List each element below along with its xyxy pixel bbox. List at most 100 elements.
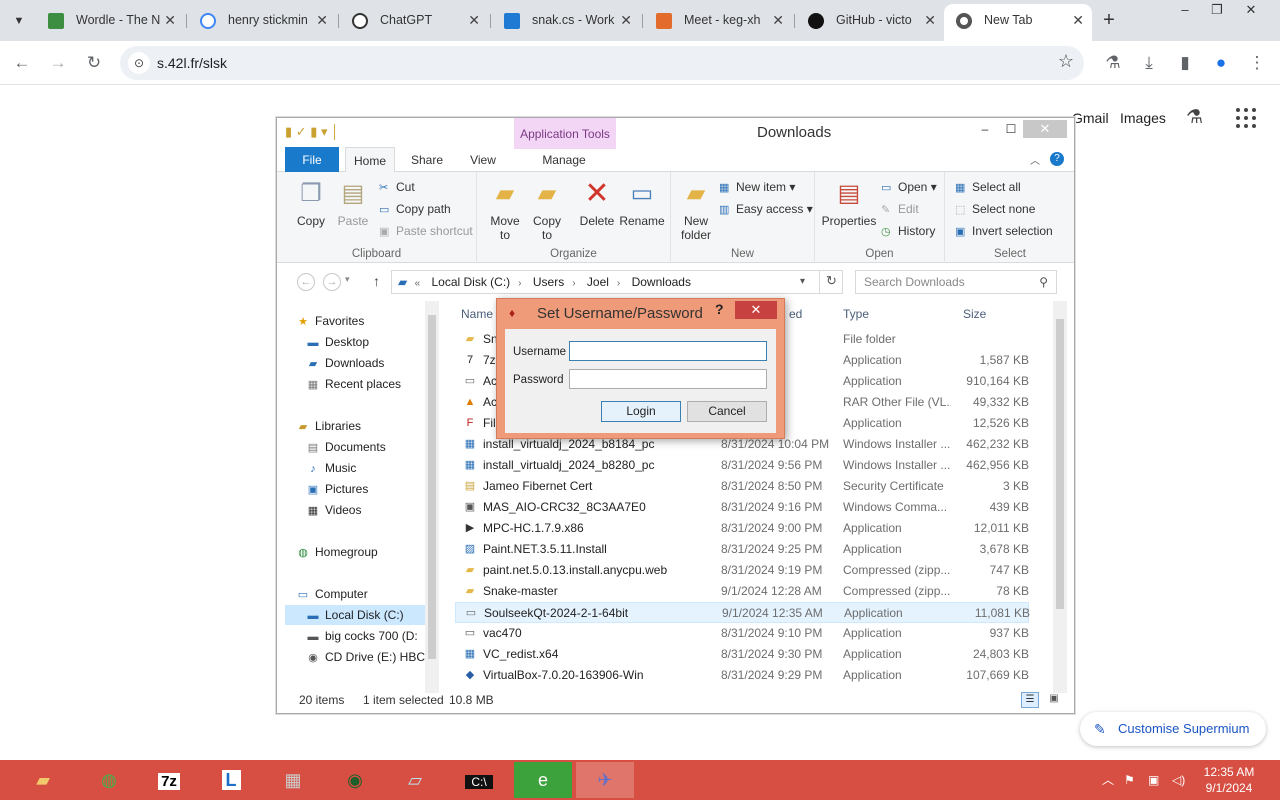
labs-flask-icon[interactable]: ⚗ (1100, 50, 1126, 76)
address-bar[interactable]: ⊙ s.42l.fr/slsk ☆ (120, 46, 1084, 80)
volume-icon[interactable]: ◁) (1172, 760, 1185, 800)
close-icon[interactable]: ✕ (1072, 4, 1084, 37)
column-name[interactable]: Name (461, 307, 493, 321)
file-row[interactable]: ▣ MAS_AIO-CRC32_8C3AA7E0 8/31/2024 9:16 PM… (455, 497, 1029, 518)
cut-button[interactable]: ✂ Cut (379, 180, 415, 194)
file-row[interactable]: ▦ VC_redist.x64 8/31/2024 9:30 PM Applicati… (455, 644, 1029, 665)
address-dropdown-icon[interactable]: ▾ (800, 271, 805, 293)
properties-button[interactable]: ▤ Properties (821, 178, 877, 228)
minimize-icon[interactable]: – (1170, 0, 1200, 22)
file-row[interactable]: ▨ Paint.NET.3.5.11.Install 8/31/2024 9:25 … (455, 539, 1029, 560)
copy-to-button[interactable]: ▰ Copy to (529, 178, 565, 242)
steam-like-icon[interactable]: ◉ (326, 762, 384, 798)
nav-music[interactable]: ♪ Music (305, 458, 441, 478)
refresh-icon[interactable]: ↻ (819, 270, 843, 294)
tab-manage[interactable]: Manage (529, 147, 599, 172)
copy-path-button[interactable]: ▭ Copy path (379, 202, 451, 216)
scrollbar-thumb[interactable] (428, 315, 436, 659)
globe-browser-icon[interactable]: ◍ (80, 762, 138, 798)
customise-button[interactable]: ✎ Customise Supermium (1080, 712, 1266, 746)
close-icon[interactable]: ✕ (164, 6, 176, 35)
nav-computer[interactable]: ▭ Computer (295, 584, 441, 604)
reload-icon[interactable]: ↻ (81, 50, 107, 76)
back-icon[interactable]: ← (297, 273, 315, 291)
select-all-button[interactable]: ▦ Select all (955, 180, 1021, 194)
nav-cd-drive-e[interactable]: ◉ CD Drive (E:) HBC (305, 647, 441, 667)
history-button[interactable]: ◷ History (881, 224, 935, 238)
forward-icon[interactable]: → (323, 273, 341, 291)
images-link[interactable]: Images (1120, 110, 1166, 126)
nav-pictures[interactable]: ▣ Pictures (305, 479, 441, 499)
collapse-ribbon-icon[interactable]: ︿ (1030, 152, 1040, 167)
file-row[interactable]: ▶ MPC-HC.1.7.9.x86 8/31/2024 9:00 PM Applic… (455, 518, 1029, 539)
easy-access-button[interactable]: ▥ Easy access ▾ (719, 202, 813, 216)
close-icon[interactable]: ✕ (316, 6, 328, 35)
nav-recent-places[interactable]: ▦ Recent places (305, 374, 441, 394)
bird-app-icon[interactable]: ✈ (576, 762, 634, 798)
back-arrow-icon[interactable]: ← (9, 50, 35, 76)
column-date[interactable]: ed (789, 307, 802, 321)
profile-avatar-icon[interactable]: ● (1208, 50, 1234, 76)
login-button[interactable]: Login (601, 401, 681, 422)
7zip-icon[interactable]: 7z (140, 762, 198, 798)
file-row[interactable]: ◆ VirtualBox-7.0.20-163906-Win 8/31/2024 9… (455, 665, 1029, 686)
nav-desktop[interactable]: ▬ Desktop (305, 332, 441, 352)
help-icon[interactable]: ? (1050, 152, 1064, 166)
file-explorer-icon[interactable]: ▰ (14, 762, 72, 798)
scrollbar-thumb[interactable] (1056, 319, 1064, 609)
copy-button[interactable]: ❐ Copy (291, 178, 331, 228)
breadcrumb-joel[interactable]: Joel (587, 275, 609, 289)
tab-github[interactable]: GitHub - victo ✕ (796, 6, 944, 35)
up-arrow-icon[interactable]: ↑ (373, 273, 380, 289)
clock[interactable]: 12:35 AM 9/1/2024 (1190, 764, 1268, 796)
paste-shortcut-button[interactable]: ▣ Paste shortcut (379, 224, 473, 238)
internet-explorer-icon[interactable]: e (514, 762, 572, 798)
action-center-flag-icon[interactable]: ⚑ (1124, 760, 1135, 800)
site-info-icon[interactable]: ⊙ (128, 52, 150, 74)
password-input[interactable] (569, 369, 767, 389)
dialog-close-icon[interactable]: ✕ (735, 301, 777, 319)
network-icon[interactable]: ▣ (1148, 760, 1159, 800)
nav-homegroup[interactable]: ◍ Homegroup (295, 542, 441, 562)
search-input[interactable]: Search Downloads ⚲ (855, 270, 1057, 294)
nav-drive-d[interactable]: ▬ big cocks 700 (D: (305, 626, 441, 646)
file-row[interactable]: ▰ paint.net.5.0.13.install.anycpu.web 8/31… (455, 560, 1029, 581)
google-apps-icon[interactable] (1236, 108, 1256, 128)
close-icon[interactable]: ✕ (468, 6, 480, 35)
column-type[interactable]: Type (843, 307, 869, 321)
tab-file[interactable]: File (285, 147, 339, 172)
new-folder-button[interactable]: ▰ New folder (677, 178, 715, 242)
window-close-icon[interactable]: ✕ (1023, 120, 1067, 138)
tab-share[interactable]: Share (407, 147, 447, 172)
bookmark-star-icon[interactable]: ☆ (1058, 51, 1074, 72)
invert-selection-button[interactable]: ▣ Invert selection (955, 224, 1053, 238)
download-icon[interactable]: ⤓ (1136, 50, 1162, 76)
tab-chatgpt[interactable]: ChatGPT ✕ (340, 6, 488, 35)
tab-home[interactable]: Home (345, 147, 395, 173)
file-list-scrollbar[interactable] (1053, 301, 1067, 693)
cancel-button[interactable]: Cancel (687, 401, 767, 422)
gmail-link[interactable]: Gmail (1072, 110, 1109, 126)
details-view-icon[interactable]: ☰ (1021, 692, 1039, 708)
close-icon[interactable]: ✕ (620, 6, 632, 35)
help-icon[interactable]: ? (715, 301, 724, 317)
edit-button[interactable]: ✎ Edit (881, 202, 919, 216)
nav-downloads[interactable]: ▰ Downloads (305, 353, 441, 373)
nav-favorites[interactable]: ★ Favorites (295, 311, 441, 331)
network-app-icon[interactable]: ▦ (264, 762, 322, 798)
large-icons-view-icon[interactable]: ▣ (1045, 692, 1063, 708)
url-text[interactable]: s.42l.fr/slsk (157, 46, 227, 80)
lync-icon[interactable]: L (202, 762, 260, 798)
search-labs-icon[interactable]: ⚗ (1186, 106, 1203, 129)
close-icon[interactable]: ✕ (924, 6, 936, 35)
nav-libraries[interactable]: ▰ Libraries (295, 416, 441, 436)
breadcrumb-users[interactable]: Users (533, 275, 564, 289)
file-row[interactable]: ▭ vac470 8/31/2024 9:10 PM Application 937 K… (455, 623, 1029, 644)
file-row[interactable]: ▤ Jameo Fibernet Cert 8/31/2024 8:50 PM Sec… (455, 476, 1029, 497)
nav-local-disk-c[interactable]: ▬ Local Disk (C:) (285, 605, 435, 625)
nav-videos[interactable]: ▦ Videos (305, 500, 441, 520)
file-row[interactable]: ▭ SoulseekQt-2024-2-1-64bit 9/1/2024 12:35… (455, 602, 1030, 623)
column-size[interactable]: Size (963, 307, 986, 321)
rename-button[interactable]: ▭ Rename (619, 178, 665, 228)
tab-vscode[interactable]: snak.cs - Work ✕ (492, 6, 640, 35)
